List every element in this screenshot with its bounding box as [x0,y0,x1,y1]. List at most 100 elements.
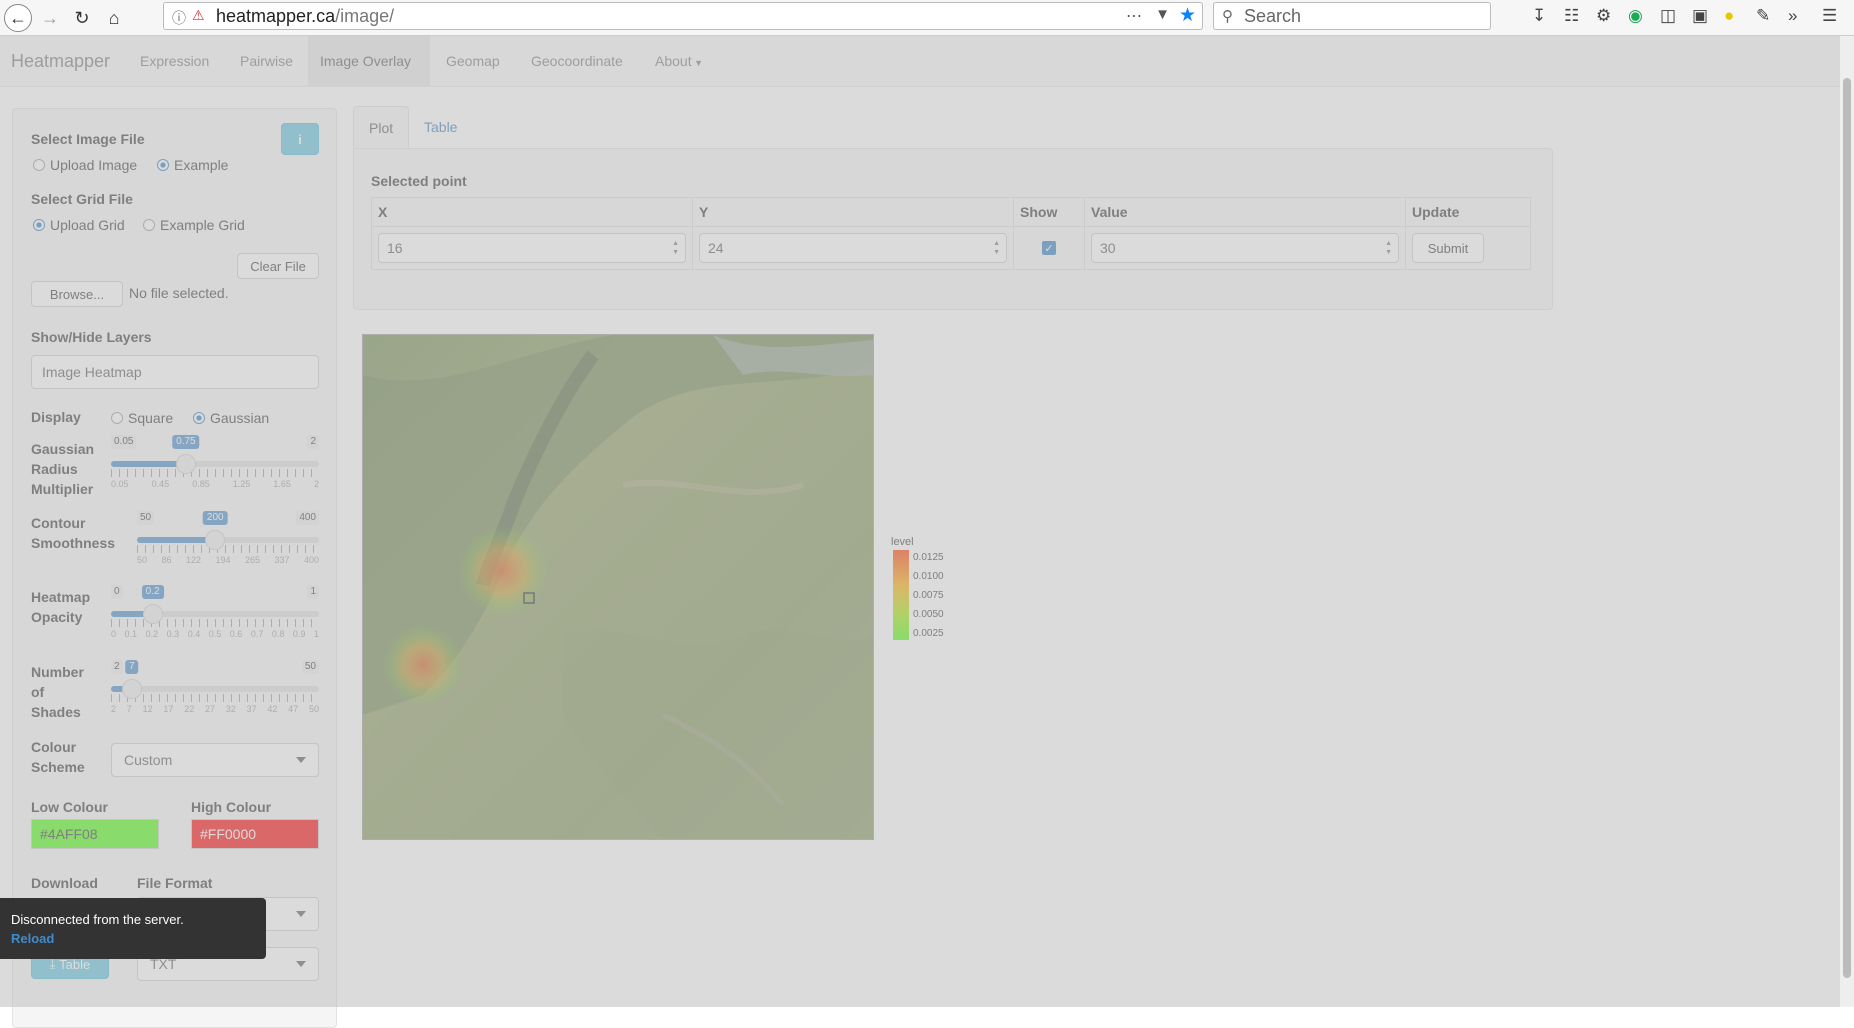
radio-example-grid[interactable]: Example Grid [143,217,245,233]
slider-tick-label: 50 [137,555,148,565]
high-colour-input[interactable]: #FF0000 [191,819,319,849]
navbar: Heatmapper Expression Pairwise Image Ove… [0,36,1840,87]
reload-link[interactable]: Reload [11,931,255,946]
caret-down-icon: ▼ [691,58,704,68]
nav-geocoordinate[interactable]: Geocoordinate [519,36,635,86]
x-input[interactable]: 16 ▲ ▼ [378,233,686,263]
search-box[interactable]: ⚲ Search [1213,2,1491,30]
home-icon[interactable]: ⌂ [102,6,126,30]
slider-tick-label: 1 [313,629,319,639]
slider-tick-label: 194 [215,555,231,565]
slider-tick-label: 0.2 [145,629,159,639]
heatmap-hotspot [383,625,463,705]
brand[interactable]: Heatmapper [11,51,110,72]
layers-select[interactable]: Image Heatmap [31,355,319,389]
slider-tick-label: 337 [274,555,290,565]
show-checkbox[interactable]: ✓ [1042,241,1056,255]
radio-upload-grid[interactable]: Upload Grid [33,217,125,233]
spinner-icon[interactable]: ▲ ▼ [993,239,1000,257]
url-text: heatmapper.ca/image/ [216,6,395,26]
gaussian-label-line2: Radius [31,461,78,477]
slider-tick-label: 7 [126,704,132,714]
opacity-label-line1: Heatmap [31,589,91,605]
library-icon[interactable]: ☷ [1564,6,1579,26]
nav-about[interactable]: About ▼ [643,36,715,86]
clear-file-button[interactable]: Clear File [237,253,319,279]
gaussian-radius-slider[interactable]: 0.05 2 0.75 0.05 0.45 0.85 1.25 1.65 2 [111,435,319,489]
legend-label: 0.0075 [913,590,944,601]
spinner-icon[interactable]: ▲ ▼ [672,239,679,257]
slider-tick-label: 0.3 [166,629,180,639]
colour-scheme-select[interactable]: Custom [111,743,319,777]
satellite-image [363,335,873,839]
nav-image-overlay[interactable]: Image Overlay [308,36,430,86]
page-scrollbar[interactable] [1840,36,1854,1007]
slider-tick-label: 0.1 [124,629,138,639]
shades-slider-handle[interactable] [121,679,142,699]
tab-table[interactable]: Table [409,106,472,148]
url-bar[interactable]: ⓘ ⚠ heatmapper.ca/image/ ⋯ ▼ ★ [163,2,1203,30]
scrollbar-thumb[interactable] [1843,78,1851,978]
info-circle-icon[interactable]: ⓘ [172,8,186,28]
slider-tick-label: 12 [142,704,153,714]
file-format-label: File Format [137,875,213,891]
nav-expression[interactable]: Expression [128,36,221,86]
browse-button[interactable]: Browse... [31,281,123,307]
select-grid-label: Select Grid File [31,191,133,207]
slider-tick-label: 50 [308,704,319,714]
nav-geomap[interactable]: Geomap [434,36,512,86]
colour-scheme-label-line2: Scheme [31,759,85,775]
bulb-icon[interactable]: ● [1724,6,1734,26]
edit-icon[interactable]: ✎ [1756,6,1770,26]
gaussian-slider-handle[interactable] [175,454,196,474]
radio-gaussian[interactable]: Gaussian [193,410,269,426]
y-input[interactable]: 24 ▲ ▼ [699,233,1007,263]
colour-scheme-label-line1: Colour [31,739,77,755]
radio-upload-image[interactable]: Upload Image [33,157,137,173]
contour-smoothness-slider[interactable]: 50 400 200 50 86 122 194 265 337 400 [137,511,319,565]
pocket-icon[interactable]: ▼ [1155,6,1170,23]
forward-icon[interactable]: → [38,6,62,30]
gear-icon[interactable]: ⚙ [1596,6,1611,26]
slider-tick-label: 0.7 [250,629,264,639]
slider-tick-label: 1.25 [232,479,251,489]
legend-label: 0.0050 [913,609,944,620]
more-icon[interactable]: ⋯ [1126,6,1142,26]
legend-colorbar [893,550,909,640]
sidebar-icon[interactable]: ◫ [1660,6,1676,26]
opacity-label-line2: Opacity [31,609,83,625]
download-icon[interactable]: ↧ [1532,6,1546,26]
low-colour-input[interactable]: #4AFF08 [31,819,159,849]
radio-square[interactable]: Square [111,410,173,426]
caret-down-icon [296,911,306,917]
screenshot-icon[interactable]: ▣ [1692,6,1708,26]
grammarly-icon[interactable]: ◉ [1628,6,1643,26]
radio-example-image[interactable]: Example [157,157,228,173]
heatmap-opacity-slider[interactable]: 01 0.2 0 0.1 0.2 0.3 0.4 0.5 0.6 0.7 0.8 0.9 1 [111,585,319,639]
nav-pairwise[interactable]: Pairwise [228,36,305,86]
spinner-icon[interactable]: ▲ ▼ [1385,239,1392,257]
submit-button[interactable]: Submit [1412,233,1484,263]
header-value: Value [1084,197,1406,227]
slider-tick-label: 0 [111,629,117,639]
back-icon[interactable]: ← [4,4,32,32]
slider-tick-label: 86 [161,555,172,565]
slider-tick-label: 2 [313,479,319,489]
slider-tick-label: 0.4 [187,629,201,639]
bookmark-star-icon[interactable]: ★ [1179,4,1196,27]
info-icon: i [298,131,302,147]
opacity-slider-handle[interactable] [142,604,163,624]
heatmap-plot[interactable] [362,334,874,840]
number-of-shades-slider[interactable]: 2 50 7 2 7 12 17 22 27 32 37 42 47 50 [111,660,319,714]
file-status: No file selected. [129,285,229,301]
info-button[interactable]: i [281,123,319,155]
slider-tick-label: 22 [184,704,195,714]
low-colour-label: Low Colour [31,799,108,815]
slider-tick-label: 0.5 [208,629,222,639]
value-input[interactable]: 30 ▲ ▼ [1091,233,1399,263]
menu-icon[interactable]: ☰ [1822,6,1837,26]
reload-icon[interactable]: ↻ [70,6,94,30]
header-update: Update [1405,197,1531,227]
overflow-chevron-icon[interactable]: » [1788,6,1797,26]
tab-plot[interactable]: Plot [353,106,410,148]
